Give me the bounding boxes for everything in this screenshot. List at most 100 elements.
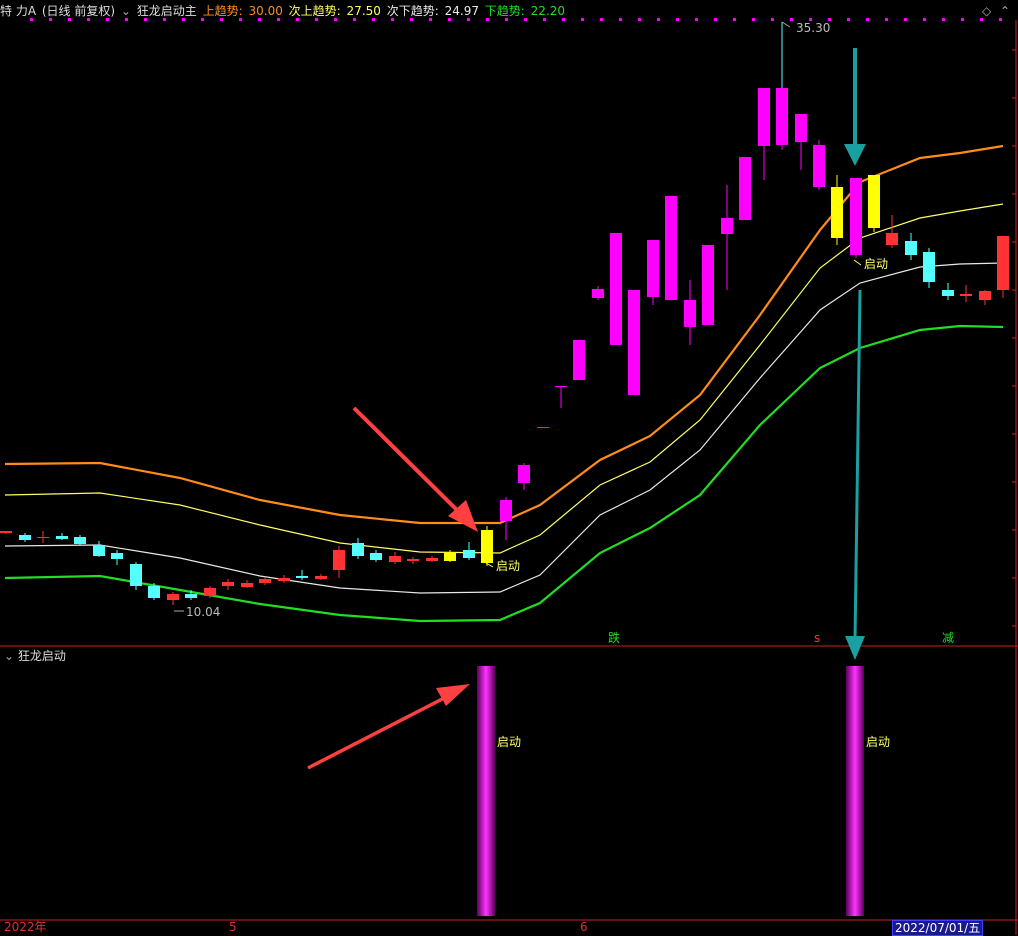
marker-s: s (814, 631, 820, 645)
candle-body (315, 576, 327, 579)
grid-dot (733, 18, 736, 21)
lower-trend-value: 22.20 (530, 4, 566, 18)
candle-body (19, 535, 31, 540)
grid-dot (999, 18, 1002, 21)
next-lower-label: 次下趋势: (386, 4, 439, 18)
grid-dot (790, 18, 793, 21)
candle-body (905, 241, 917, 255)
candle-body (628, 290, 640, 395)
red-arrow-main (352, 406, 478, 532)
indicator-panel-title[interactable]: 狂龙启动 (18, 649, 66, 663)
candle-body (352, 543, 364, 556)
grid-dot (885, 18, 888, 21)
indicator-bar-1 (477, 666, 495, 916)
candle-body (222, 582, 234, 586)
candle-body (148, 586, 160, 598)
indicator-bar-2 (846, 666, 864, 916)
grid-dot (600, 18, 603, 21)
candle-body (407, 559, 419, 561)
teal-arrow-main (844, 48, 866, 166)
candle-body (481, 530, 493, 563)
period-info: (日线 前复权) (41, 4, 116, 18)
candle-body (444, 552, 456, 561)
low-label: 10.04 (186, 605, 220, 619)
candle-body (500, 500, 512, 521)
low-marker: 10.04 (174, 605, 220, 619)
candle-body (758, 88, 770, 146)
candle-body (960, 294, 972, 296)
current-date-box: 2022/07/01/五 (892, 920, 984, 936)
candle-body (702, 245, 714, 325)
indicator-name[interactable]: 狂龙启动主 (137, 4, 197, 18)
right-axis-ticks (1012, 49, 1016, 627)
candle-body (204, 588, 216, 596)
candle-body (831, 187, 843, 238)
candle-body (610, 233, 622, 345)
candle-body (426, 558, 438, 561)
candle-body (721, 218, 733, 234)
candle-body (573, 340, 585, 380)
candle-body (684, 300, 696, 327)
x-axis-may-label: 5 (229, 920, 237, 934)
grid-dot (714, 18, 717, 21)
grid-dot (752, 18, 755, 21)
candle-body (537, 427, 549, 428)
candle-body (333, 550, 345, 570)
upper-trend-label: 上趋势: (202, 4, 243, 18)
candle-body (850, 178, 862, 255)
candle-body (795, 114, 807, 142)
next-upper-value: 27.50 (346, 4, 381, 18)
candle-body (463, 550, 475, 558)
grid-dot (581, 18, 584, 21)
candle-body (886, 233, 898, 245)
candle-body (997, 236, 1009, 290)
high-label: 35.30 (796, 21, 830, 35)
next-upper-label: 次上趋势: (288, 4, 341, 18)
grid-dot (904, 18, 907, 21)
grid-dot (657, 18, 660, 21)
candle-body (0, 531, 12, 533)
teal-arrow-indicator (845, 289, 865, 660)
candle-body (389, 556, 401, 562)
candle-body (813, 145, 825, 187)
signal-label-main-2: 启动 (864, 257, 888, 271)
next-lower-value: 24.97 (444, 4, 479, 18)
marker-jian: 减 (942, 631, 954, 645)
candle-body (185, 594, 197, 598)
candle-body (555, 386, 567, 387)
candle-body (241, 583, 253, 587)
price-chart[interactable]: 35.30 10.04 启动 启动 跌 s 减 启动 启动 (0, 0, 1018, 935)
grid-dot (866, 18, 869, 21)
candle-body (776, 88, 788, 145)
candle-body (296, 576, 308, 578)
indicator-panel-header: ⌄ 狂龙启动 (4, 647, 66, 665)
candle-body (979, 291, 991, 300)
grid-dot (980, 18, 983, 21)
grid-dot (619, 18, 622, 21)
indicator-bar-label-2: 启动 (866, 735, 890, 749)
chart-frame (0, 20, 1018, 935)
next-lower-trend-line (4, 262, 1004, 594)
grid-dot (961, 18, 964, 21)
collapse-icon[interactable]: ⌃ (1000, 4, 1010, 18)
candle-body (370, 553, 382, 560)
signal-label-main-1: 启动 (496, 559, 520, 573)
grid-dot (923, 18, 926, 21)
candle-body (592, 289, 604, 298)
indicator-panel-toggle-icon[interactable]: ⌄ (4, 649, 14, 663)
candle-body (868, 175, 880, 228)
candle-body (37, 537, 49, 538)
candle-body (665, 196, 677, 300)
lower-trend-label: 下趋势: (484, 4, 525, 18)
diamond-icon[interactable]: ◇ (982, 4, 991, 18)
grid-dot (942, 18, 945, 21)
high-marker: 35.30 (781, 21, 830, 88)
grid-dot (847, 18, 850, 21)
indicator-toggle-icon[interactable]: ⌄ (121, 4, 131, 18)
candle-body (167, 594, 179, 600)
candle-body (739, 157, 751, 220)
stock-name: 特 力A (0, 4, 37, 18)
candle-body (56, 536, 68, 539)
x-axis-june-label: 6 (580, 920, 588, 934)
candle-body (518, 465, 530, 483)
